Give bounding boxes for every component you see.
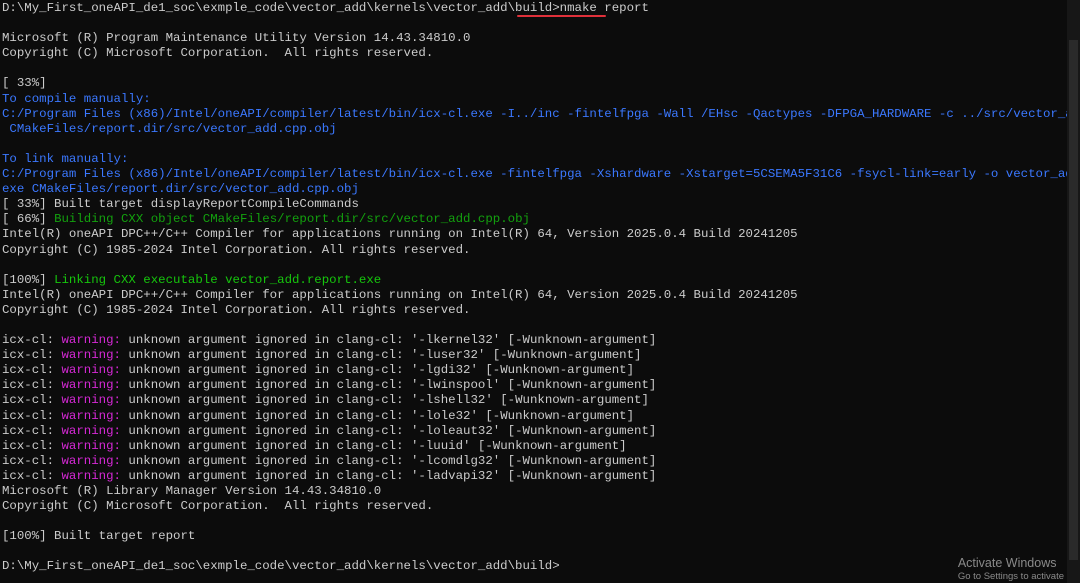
terminal-line: To compile manually: bbox=[2, 92, 1068, 107]
activate-windows-watermark: Activate Windows Go to Settings to activ… bbox=[958, 556, 1064, 583]
warning-label: warning: bbox=[61, 348, 122, 363]
line-text: icx-cl: bbox=[2, 348, 62, 363]
line-text: icx-cl: bbox=[2, 468, 62, 483]
line-text: [ 33%] Built target displayReportCompile… bbox=[2, 197, 359, 212]
line-text: [ 33%] bbox=[2, 76, 47, 91]
line-text: unknown argument ignored in clang-cl: '-… bbox=[121, 453, 657, 468]
line-text: Microsoft (R) Program Maintenance Utilit… bbox=[2, 31, 471, 46]
line-text: C:/Program Files (x86)/Intel/oneAPI/comp… bbox=[2, 106, 1068, 121]
terminal-line: CMakeFiles/report.dir/src/vector_add.cpp… bbox=[2, 122, 1068, 137]
line-text: Building CXX object CMakeFiles/report.di… bbox=[54, 212, 530, 227]
command-line: D:\My_First_oneAPI_de1_soc\exmple_code\v… bbox=[2, 1, 1068, 16]
line-text: Intel(R) oneAPI DPC++/C++ Compiler for a… bbox=[2, 227, 798, 242]
line-text: [ 66%] bbox=[2, 212, 55, 227]
line-text: unknown argument ignored in clang-cl: '-… bbox=[121, 468, 657, 483]
line-text: icx-cl: bbox=[2, 378, 62, 393]
line-text: unknown argument ignored in clang-cl: '-… bbox=[121, 408, 635, 423]
line-text: icx-cl: bbox=[2, 423, 62, 438]
line-text: D:\My_First_oneAPI_de1_soc\exmple_code\v… bbox=[2, 1, 649, 15]
terminal-line: [ 66%] Building CXX object CMakeFiles/re… bbox=[2, 212, 1068, 227]
terminal-line: C:/Program Files (x86)/Intel/oneAPI/comp… bbox=[2, 107, 1068, 122]
terminal-line: icx-cl: warning: unknown argument ignore… bbox=[2, 348, 1068, 363]
warning-label: warning: bbox=[61, 423, 122, 438]
terminal-line: [100%] Built target report bbox=[2, 529, 1068, 544]
line-text: unknown argument ignored in clang-cl: '-… bbox=[121, 348, 642, 363]
line-text: Linking CXX executable vector_add.report… bbox=[54, 272, 382, 287]
terminal-line: icx-cl: warning: unknown argument ignore… bbox=[2, 454, 1068, 469]
warning-label: warning: bbox=[61, 333, 122, 348]
scrollbar-thumb[interactable] bbox=[1069, 40, 1078, 560]
line-text: Copyright (C) 1985-2024 Intel Corporatio… bbox=[2, 242, 471, 257]
terminal-line: D:\My_First_oneAPI_de1_soc\exmple_code\v… bbox=[2, 559, 1068, 574]
terminal-line: Copyright (C) Microsoft Corporation. All… bbox=[2, 46, 1068, 61]
terminal-line: icx-cl: warning: unknown argument ignore… bbox=[2, 378, 1068, 393]
line-text: D:\My_First_oneAPI_de1_soc\exmple_code\v… bbox=[2, 559, 560, 574]
warning-label: warning: bbox=[61, 363, 122, 378]
line-text: unknown argument ignored in clang-cl: '-… bbox=[121, 438, 627, 453]
line-text: Copyright (C) Microsoft Corporation. All… bbox=[2, 46, 434, 61]
terminal-line: [ 33%] bbox=[2, 76, 1068, 91]
line-text: icx-cl: bbox=[2, 438, 62, 453]
line-text: icx-cl: bbox=[2, 393, 62, 408]
terminal-line: [ 33%] Built target displayReportCompile… bbox=[2, 197, 1068, 212]
line-text: unknown argument ignored in clang-cl: '-… bbox=[121, 423, 657, 438]
line-text: icx-cl: bbox=[2, 333, 62, 348]
line-text: icx-cl: bbox=[2, 408, 62, 423]
terminal-line: icx-cl: warning: unknown argument ignore… bbox=[2, 439, 1068, 454]
terminal-line: Intel(R) oneAPI DPC++/C++ Compiler for a… bbox=[2, 227, 1068, 242]
terminal-line: icx-cl: warning: unknown argument ignore… bbox=[2, 393, 1068, 408]
warning-label: warning: bbox=[61, 408, 122, 423]
terminal-line: Microsoft (R) Library Manager Version 14… bbox=[2, 484, 1068, 499]
terminal-window[interactable]: D:\My_First_oneAPI_de1_soc\exmple_code\v… bbox=[0, 0, 1080, 583]
terminal-line: Microsoft (R) Program Maintenance Utilit… bbox=[2, 31, 1068, 46]
warning-label: warning: bbox=[61, 393, 122, 408]
line-text: [100%] bbox=[2, 272, 55, 287]
warning-label: warning: bbox=[61, 438, 122, 453]
line-text: To link manually: bbox=[2, 151, 129, 166]
terminal-line: icx-cl: warning: unknown argument ignore… bbox=[2, 469, 1068, 484]
line-text: unknown argument ignored in clang-cl: '-… bbox=[121, 333, 657, 348]
terminal-line: C:/Program Files (x86)/Intel/oneAPI/comp… bbox=[2, 167, 1068, 182]
line-text: unknown argument ignored in clang-cl: '-… bbox=[121, 378, 657, 393]
terminal-line: [100%] Linking CXX executable vector_add… bbox=[2, 273, 1068, 288]
terminal-line: Copyright (C) Microsoft Corporation. All… bbox=[2, 499, 1068, 514]
line-text: exe CMakeFiles/report.dir/src/vector_add… bbox=[2, 182, 359, 197]
terminal-output[interactable]: D:\My_First_oneAPI_de1_soc\exmple_code\v… bbox=[2, 1, 1068, 575]
line-text: icx-cl: bbox=[2, 363, 62, 378]
terminal-line: Intel(R) oneAPI DPC++/C++ Compiler for a… bbox=[2, 288, 1068, 303]
line-text: To compile manually: bbox=[2, 91, 151, 106]
terminal-line: icx-cl: warning: unknown argument ignore… bbox=[2, 409, 1068, 424]
line-text: unknown argument ignored in clang-cl: '-… bbox=[121, 363, 635, 378]
terminal-line: icx-cl: warning: unknown argument ignore… bbox=[2, 424, 1068, 439]
warning-label: warning: bbox=[61, 378, 122, 393]
line-text: icx-cl: bbox=[2, 453, 62, 468]
line-text: Copyright (C) Microsoft Corporation. All… bbox=[2, 499, 434, 514]
line-text: Copyright (C) 1985-2024 Intel Corporatio… bbox=[2, 302, 471, 317]
terminal-line: Copyright (C) 1985-2024 Intel Corporatio… bbox=[2, 243, 1068, 258]
warning-label: warning: bbox=[61, 468, 122, 483]
line-text: C:/Program Files (x86)/Intel/oneAPI/comp… bbox=[2, 167, 1068, 182]
line-text: CMakeFiles/report.dir/src/vector_add.cpp… bbox=[2, 121, 337, 136]
line-text: [100%] Built target report bbox=[2, 529, 196, 544]
terminal-line: icx-cl: warning: unknown argument ignore… bbox=[2, 363, 1068, 378]
terminal-line: icx-cl: warning: unknown argument ignore… bbox=[2, 333, 1068, 348]
command-underline-annotation bbox=[517, 15, 606, 17]
terminal-line: To link manually: bbox=[2, 152, 1068, 167]
warning-label: warning: bbox=[61, 453, 122, 468]
line-text: Microsoft (R) Library Manager Version 14… bbox=[2, 484, 382, 498]
watermark-subtitle: Go to Settings to activate bbox=[957, 571, 1064, 583]
watermark-title: Activate Windows bbox=[957, 555, 1057, 570]
vertical-scrollbar[interactable] bbox=[1067, 0, 1080, 583]
terminal-line: exe CMakeFiles/report.dir/src/vector_add… bbox=[2, 182, 1068, 197]
line-text: Intel(R) oneAPI DPC++/C++ Compiler for a… bbox=[2, 287, 798, 302]
terminal-line: Copyright (C) 1985-2024 Intel Corporatio… bbox=[2, 303, 1068, 318]
line-text: unknown argument ignored in clang-cl: '-… bbox=[121, 393, 649, 408]
